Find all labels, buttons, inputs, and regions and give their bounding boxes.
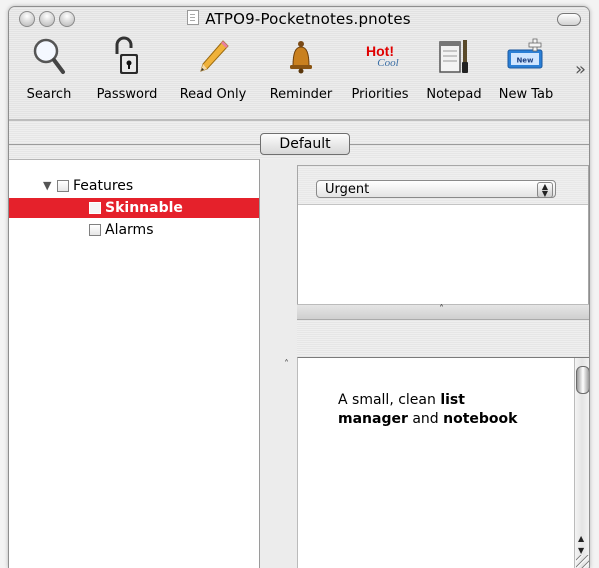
- priority-header: Urgent ▲ ▼: [298, 166, 588, 205]
- bell-icon: [290, 41, 312, 74]
- outline-item-label: Features: [73, 178, 134, 194]
- new-tab-button[interactable]: New New Tab: [491, 35, 561, 102]
- outline-item-skinnable[interactable]: Skinnable: [9, 198, 259, 218]
- priority-popup[interactable]: Urgent ▲ ▼: [316, 180, 556, 198]
- reminder-button[interactable]: Reminder: [261, 35, 341, 102]
- notes-scrollbar[interactable]: ▲ ▼: [574, 358, 589, 568]
- password-label: Password: [96, 87, 158, 102]
- toolbar-overflow-button[interactable]: »: [575, 59, 586, 80]
- new-tab-badge: New: [516, 57, 534, 65]
- tab-default[interactable]: Default: [260, 133, 350, 155]
- title-bar[interactable]: ATPO9-Pocketnotes.pnotes: [9, 7, 589, 31]
- outline-pane[interactable]: ▼ Features Skinnable Alarms: [9, 159, 260, 568]
- toolbar: Search Password Read Only Reminder Hot! …: [9, 31, 589, 119]
- magnifier-icon: [33, 38, 65, 74]
- note-bold-notebook: notebook: [443, 411, 518, 427]
- right-panel: Urgent ▲ ▼ ˄ A small, clean list manager a…: [297, 159, 589, 568]
- note-bold-list: list: [440, 392, 465, 408]
- document-icon: [187, 10, 200, 25]
- popup-arrows-icon: ▲ ▼: [537, 182, 553, 198]
- pencil-icon: [200, 40, 229, 72]
- priority-popup-value: Urgent: [325, 182, 370, 197]
- scroll-up-arrow-icon[interactable]: ▲: [578, 534, 584, 543]
- splitter-caret-icon[interactable]: ˄: [439, 304, 444, 315]
- search-label: Search: [26, 87, 72, 102]
- outline-item-features[interactable]: ▼ Features: [9, 176, 259, 196]
- password-button[interactable]: Password: [87, 35, 167, 102]
- hot-text: Hot!: [366, 42, 394, 59]
- disclosure-triangle-icon[interactable]: ▼: [43, 176, 51, 196]
- notepad-label: Notepad: [426, 87, 482, 102]
- notepad-icon: [439, 40, 468, 73]
- skinnable-checkbox[interactable]: [89, 202, 101, 214]
- read-only-label: Read Only: [179, 87, 247, 102]
- notepad-button[interactable]: Notepad: [422, 35, 486, 102]
- app-window: ATPO9-Pocketnotes.pnotes Search Password…: [8, 6, 590, 568]
- toolbar-toggle-button[interactable]: [557, 13, 581, 26]
- window-title-area: ATPO9-Pocketnotes.pnotes: [9, 10, 589, 28]
- features-checkbox[interactable]: [57, 180, 69, 192]
- notes-text-area[interactable]: A small, clean list manager and notebook …: [297, 357, 589, 568]
- notes-header: [297, 320, 589, 358]
- new-tab-icon: New: [507, 38, 543, 69]
- read-only-button[interactable]: Read Only: [174, 35, 252, 102]
- priorities-button[interactable]: Hot! Cool Priorities: [345, 35, 415, 103]
- cool-text: Cool: [377, 56, 399, 69]
- priority-list-pane: Urgent ▲ ▼: [297, 165, 589, 305]
- note-content: A small, clean list manager and notebook: [338, 391, 558, 429]
- scroll-thumb[interactable]: [576, 366, 589, 394]
- outline-item-label: Alarms: [105, 222, 154, 238]
- tab-strip: Default: [9, 121, 589, 159]
- alarms-checkbox[interactable]: [89, 224, 101, 236]
- note-text-2: and: [407, 411, 444, 427]
- priorities-label: Priorities: [351, 87, 409, 102]
- padlock-icon: [115, 36, 138, 74]
- hot-cool-icon: Hot! Cool: [345, 35, 415, 77]
- window-title: ATPO9-Pocketnotes.pnotes: [205, 10, 411, 28]
- outline-item-alarms[interactable]: Alarms: [9, 220, 259, 240]
- horizontal-splitter[interactable]: ˄: [297, 304, 589, 320]
- new-tab-label: New Tab: [498, 87, 554, 102]
- note-bold-manager: manager: [338, 411, 408, 427]
- reminder-label: Reminder: [269, 87, 333, 102]
- scroll-down-arrow-icon[interactable]: ▼: [578, 546, 584, 555]
- search-button[interactable]: Search: [19, 35, 79, 102]
- resize-grip-icon[interactable]: [576, 555, 589, 568]
- collapse-caret-icon[interactable]: ˄: [284, 359, 289, 370]
- vertical-splitter[interactable]: ˄: [260, 159, 296, 568]
- outline-item-label: Skinnable: [105, 200, 183, 216]
- note-text-1: A small, clean: [338, 392, 441, 408]
